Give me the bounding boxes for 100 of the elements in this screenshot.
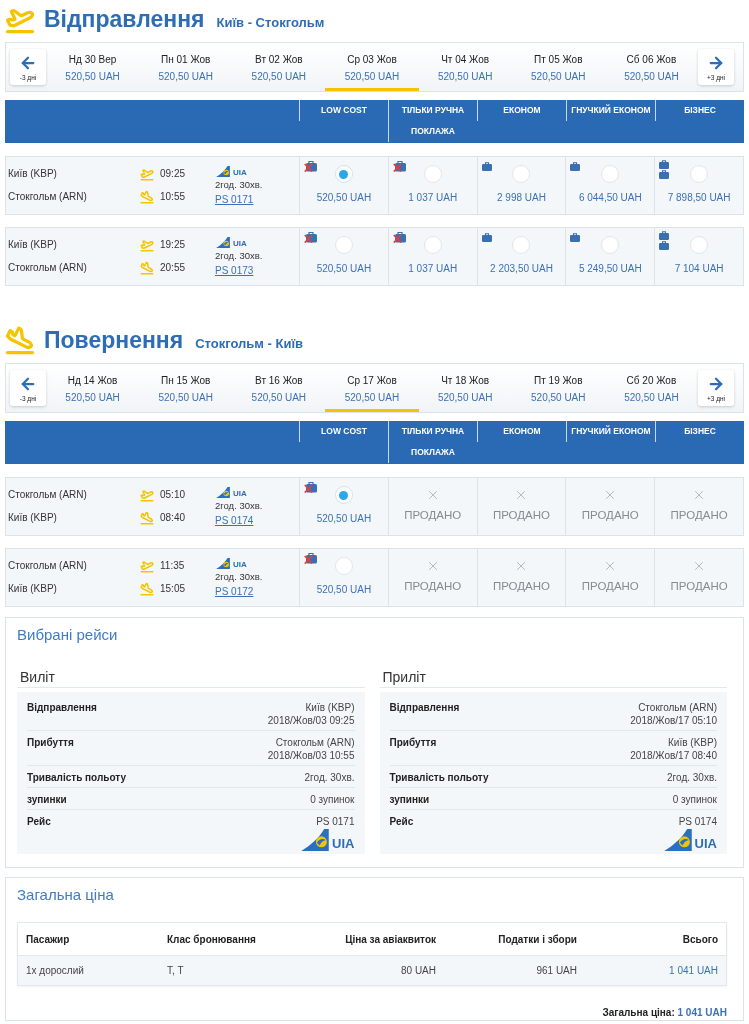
column-header: ЕКОНОМ bbox=[477, 100, 566, 121]
detail-value: Київ (KBP) bbox=[305, 701, 355, 714]
crossed-suitcase-icon bbox=[392, 231, 407, 243]
radio-button[interactable] bbox=[601, 236, 620, 254]
plane-takeoff-icon bbox=[140, 238, 154, 252]
detail-label: Тривалість польоту bbox=[27, 771, 128, 784]
sold-out-label: ПРОДАНО bbox=[492, 508, 551, 522]
fare-price: 1 037 UAH bbox=[407, 263, 459, 275]
column-header: LOW COST bbox=[299, 421, 388, 442]
radio-button[interactable] bbox=[334, 557, 353, 575]
date-tab[interactable]: Пн 01 Жов 520,50 UAH bbox=[139, 43, 233, 91]
date-tab[interactable]: Сб 20 Жов 520,50 UAH bbox=[604, 364, 698, 412]
detail-value: PS 0171 bbox=[316, 815, 355, 828]
column-header: Всього bbox=[681, 932, 718, 946]
date-tab[interactable]: Вт 16 Жов 520,50 UAH bbox=[232, 364, 326, 412]
section-title: Повернення bbox=[44, 328, 184, 352]
table-cell-text: T, T bbox=[167, 964, 185, 977]
city-name: Київ (KBP) bbox=[8, 583, 58, 595]
flight-number-link[interactable]: PS 0174 bbox=[215, 515, 254, 526]
route-label: Стокгольм - Київ bbox=[195, 335, 304, 351]
plane-landing-icon bbox=[140, 511, 154, 525]
fare-price: 6 044,50 UAH bbox=[577, 192, 643, 204]
column-header: ТІЛЬКИ РУЧНА ПОКЛАЖА bbox=[388, 100, 477, 142]
date-tab[interactable]: Сб 06 Жов 520,50 UAH bbox=[604, 43, 698, 91]
tail-logo-icon bbox=[215, 166, 231, 177]
stacked-suitcases-icon bbox=[659, 231, 670, 250]
detail-value: 2018/Жов/03 09:25 bbox=[267, 714, 355, 727]
departure-time: 09:25 bbox=[160, 168, 186, 180]
departure-time: 19:25 bbox=[160, 239, 186, 251]
crossed-suitcase-icon bbox=[304, 481, 318, 493]
radio-button[interactable] bbox=[423, 165, 442, 183]
fare-price: 520,50 UAH bbox=[315, 584, 373, 596]
fare-price: 7 898,50 UAH bbox=[666, 192, 732, 204]
tail-logo-icon bbox=[215, 487, 231, 498]
city-name: Стокгольм (ARN) bbox=[8, 560, 88, 572]
city-name: Стокгольм (ARN) bbox=[8, 262, 88, 274]
radio-button[interactable] bbox=[690, 236, 709, 254]
radio-button[interactable] bbox=[334, 165, 353, 183]
radio-button[interactable] bbox=[334, 236, 353, 254]
detail-label: Рейс bbox=[389, 815, 415, 829]
date-tab[interactable]: Чт 04 Жов 520,50 UAH bbox=[418, 43, 512, 91]
sold-out-label: ПРОДАНО bbox=[670, 579, 728, 593]
plane-landing-icon bbox=[140, 190, 154, 204]
departure-time: 11:35 bbox=[160, 560, 185, 572]
plane-landing-icon bbox=[5, 325, 35, 355]
date-tab[interactable]: Нд 30 Вер 520,50 UAH bbox=[46, 43, 140, 91]
crossed-suitcase-icon bbox=[392, 160, 407, 172]
radio-button[interactable] bbox=[334, 486, 353, 504]
date-tab[interactable]: Нд 14 Жов 520,50 UAH bbox=[46, 364, 140, 412]
detail-label: зупинки bbox=[27, 793, 68, 806]
route-label: Київ - Стокгольм bbox=[216, 14, 325, 30]
date-tab[interactable]: Ср 17 Жов 520,50 UAH bbox=[325, 364, 419, 412]
card-heading: Приліт bbox=[379, 668, 727, 688]
flight-number-link[interactable]: PS 0171 bbox=[215, 194, 254, 205]
fare-price: 520,50 UAH bbox=[315, 192, 373, 204]
date-tab[interactable]: Пн 15 Жов 520,50 UAH bbox=[139, 364, 233, 412]
date-tab[interactable]: Чт 18 Жов 520,50 UAH bbox=[418, 364, 512, 412]
flight-number-link[interactable]: PS 0172 bbox=[215, 586, 254, 597]
date-tab[interactable]: Пт 19 Жов 520,50 UAH bbox=[511, 364, 605, 412]
radio-button[interactable] bbox=[690, 165, 709, 183]
fare-price: 5 249,50 UAH bbox=[577, 263, 643, 275]
radio-button[interactable] bbox=[512, 165, 531, 183]
column-header: LOW COST bbox=[299, 100, 388, 121]
column-header: Ціна за авіаквиток bbox=[344, 932, 436, 946]
detail-value: 2год. 30хв. bbox=[667, 771, 717, 784]
column-header: Пасажир bbox=[26, 932, 71, 946]
table-cell-text: 961 UAH bbox=[535, 964, 577, 977]
flight-number-link[interactable]: PS 0173 bbox=[215, 265, 254, 276]
stacked-suitcases-icon bbox=[659, 160, 670, 179]
date-tab[interactable]: Вт 02 Жов 520,50 UAH bbox=[232, 43, 326, 91]
column-header: БІЗНЕС bbox=[655, 100, 744, 121]
fare-price: 2 998 UAH bbox=[496, 192, 547, 204]
sold-out-label: ПРОДАНО bbox=[581, 508, 639, 522]
plane-takeoff-icon bbox=[140, 167, 154, 181]
tail-logo-icon bbox=[215, 558, 231, 569]
fare-price: 520,50 UAH bbox=[315, 513, 373, 525]
crossed-suitcase-icon bbox=[304, 231, 318, 243]
flight-duration: 2год. 30хв. bbox=[215, 250, 263, 261]
detail-label: Відправлення bbox=[389, 701, 461, 715]
date-tab[interactable]: Ср 03 Жов 520,50 UAH bbox=[325, 43, 419, 91]
plane-takeoff-icon bbox=[140, 559, 154, 573]
detail-label: Рейс bbox=[27, 815, 52, 829]
fare-price: 7 104 UAH bbox=[673, 263, 725, 275]
radio-button[interactable] bbox=[601, 165, 620, 183]
city-name: Стокгольм (ARN) bbox=[8, 191, 88, 203]
suitcase-icon bbox=[570, 233, 581, 242]
plane-landing-icon bbox=[140, 261, 154, 275]
radio-button[interactable] bbox=[512, 236, 531, 254]
detail-value: 0 зупинок bbox=[310, 793, 355, 806]
detail-label: Прибуття bbox=[27, 736, 75, 750]
sold-out-label: ПРОДАНО bbox=[670, 508, 728, 522]
date-tab[interactable]: Пт 05 Жов 520,50 UAH bbox=[511, 43, 605, 91]
radio-button[interactable] bbox=[423, 236, 442, 254]
table-cell-text: 1x дорослий bbox=[26, 964, 85, 977]
detail-label: Тривалість польоту bbox=[389, 771, 490, 784]
column-header: ТІЛЬКИ РУЧНА ПОКЛАЖА bbox=[388, 421, 477, 463]
airline-name: UIA bbox=[233, 239, 247, 248]
detail-value: PS 0174 bbox=[678, 815, 717, 828]
suitcase-icon bbox=[481, 162, 492, 171]
detail-value: Стокгольм (ARN) bbox=[638, 701, 717, 714]
